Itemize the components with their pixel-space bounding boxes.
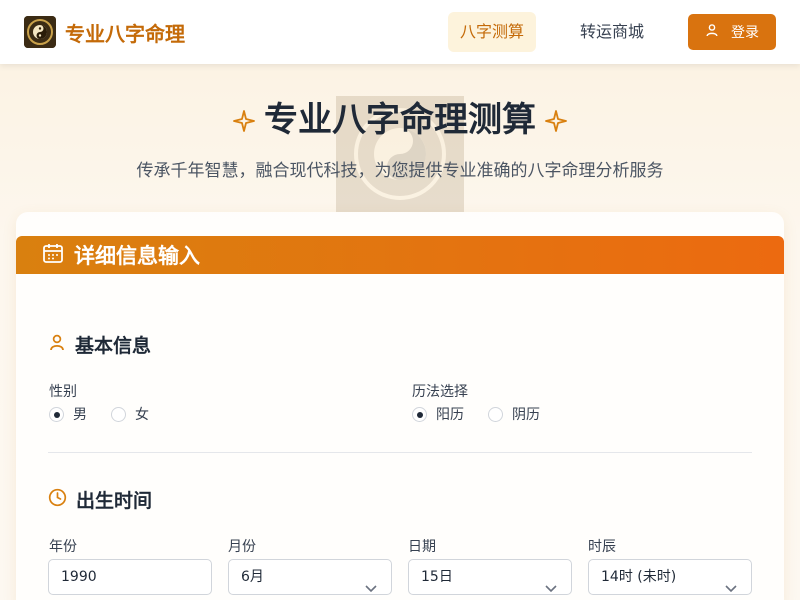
gender-male-radio[interactable] (49, 406, 64, 422)
day-label: 日期 (408, 539, 436, 555)
sparkle-icon (544, 102, 568, 142)
year-value: 1990 (61, 569, 97, 585)
day-value: 15日 (421, 569, 453, 585)
gender-label: 性别 (49, 384, 77, 400)
month-label: 月份 (228, 539, 256, 555)
hour-value: 14时 (未时) (601, 569, 677, 585)
hour-label: 时辰 (588, 539, 616, 555)
section-birth-time: 出生时间 (48, 486, 152, 513)
calendar-solar-label[interactable]: 阳历 (436, 404, 464, 424)
card-title: 详细信息输入 (74, 244, 200, 268)
page-subtitle: 传承千年智慧，融合现代科技，为您提供专业准确的八字命理分析服务 (136, 161, 664, 181)
month-select[interactable]: 6月 (228, 559, 392, 595)
hour-select[interactable]: 14时 (未时) (588, 559, 752, 595)
gender-female-label[interactable]: 女 (135, 404, 149, 424)
calendar-lunar-label[interactable]: 阴历 (512, 404, 540, 424)
card-header: 详细信息输入 (16, 236, 784, 274)
calendar-solar-radio[interactable] (412, 406, 427, 422)
login-label: 登录 (731, 25, 759, 41)
clock-icon (48, 488, 67, 512)
sparkle-icon (232, 102, 256, 142)
month-value: 6月 (241, 569, 264, 585)
calendar-lunar-radio[interactable] (488, 406, 503, 422)
hero-title-row: 专业八字命理测算 (0, 92, 800, 142)
calendar-radio-group: 阳历 阴历 (412, 404, 540, 424)
nav-item-bazi[interactable]: 八字测算 (448, 12, 537, 52)
gender-male-label[interactable]: 男 (73, 404, 87, 424)
login-button[interactable]: 登录 (688, 14, 776, 50)
section-divider (48, 452, 752, 453)
gender-radio-group: 男 女 (49, 404, 149, 424)
section-title: 基本信息 (75, 335, 152, 357)
year-input[interactable]: 1990 (48, 559, 212, 595)
chevron-down-icon (725, 572, 737, 600)
nav-item-shop[interactable]: 转运商城 (568, 12, 656, 52)
taiji-logo-icon[interactable] (24, 16, 56, 48)
calendar-type-label: 历法选择 (412, 384, 468, 400)
chevron-down-icon (365, 572, 377, 600)
chevron-down-icon (545, 572, 557, 600)
page-title: 专业八字命理测算 (264, 100, 536, 140)
section-title: 出生时间 (76, 490, 153, 512)
brand-name[interactable]: 专业八字命理 (65, 18, 185, 47)
top-nav-bar: 专业八字命理 八字测算 转运商城 登录 (0, 0, 800, 64)
calendar-icon (42, 242, 64, 268)
year-label: 年份 (49, 539, 77, 555)
gender-female-radio[interactable] (111, 406, 126, 422)
day-select[interactable]: 15日 (408, 559, 572, 595)
user-icon (705, 23, 719, 41)
user-icon (48, 333, 66, 356)
section-basic-info: 基本信息 (48, 331, 151, 358)
